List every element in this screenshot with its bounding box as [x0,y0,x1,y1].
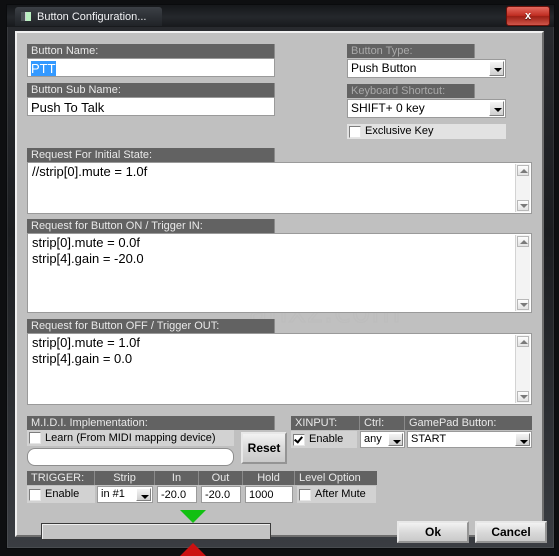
request-button-off-label: Request for Button OFF / Trigger OUT: [27,319,275,333]
keyboard-shortcut-value: SHIFT+ 0 key [351,101,425,115]
after-mute-label: After Mute [315,488,366,500]
checkbox-box [349,125,361,138]
cancel-button[interactable]: Cancel [475,521,547,543]
midi-reset-button[interactable]: Reset [241,432,287,464]
midi-learn-checkbox[interactable]: Learn (From MIDI mapping device) [27,430,234,446]
window-title: Button Configuration... [37,10,147,23]
code-line: strip[4].gain = 0.0 [32,351,133,366]
gamepad-button-select[interactable]: START [407,431,532,448]
scrollbar-vertical[interactable] [515,164,530,212]
checkbox-box [293,433,305,446]
request-button-off-textarea[interactable]: strip[0].mute = 1.0f strip[4].gain = 0.0 [27,333,532,405]
button-name-label: Button Name: [27,44,275,58]
code-line: strip[4].gain = -20.0 [32,251,144,266]
button-type-select[interactable]: Push Button [347,59,506,78]
request-button-on-textarea[interactable]: strip[0].mute = 0.0f strip[4].gain = -20… [27,233,532,313]
title-tab: Button Configuration... [15,7,163,26]
chevron-down-icon[interactable] [388,433,403,446]
exclusive-key-label: Exclusive Key [365,125,434,137]
button-type-value: Push Button [351,61,417,75]
trigger-out-marker-icon [180,543,206,556]
code-line: strip[0].mute = 0.0f [32,235,141,250]
checkbox-box [29,488,41,501]
xinput-enable-label: Enable [309,433,344,445]
checkbox-box [299,488,311,501]
level-option-label: Level Option [295,471,377,485]
button-sub-name-input[interactable]: Push To Talk [27,97,275,116]
trigger-hold-label: Hold [243,471,295,485]
keyboard-shortcut-label: Keyboard Shortcut: [347,84,475,98]
trigger-strip-select[interactable]: in #1 [97,486,153,503]
code-line: strip[0].mute = 1.0f [32,335,141,350]
xinput-ctrl-select[interactable]: any [360,431,405,448]
scroll-down-icon[interactable] [517,200,529,211]
scrollbar-vertical[interactable] [515,235,530,311]
trigger-in-label: In [155,471,199,485]
chevron-down-icon[interactable] [515,433,530,446]
xinput-ctrl-value: any [364,433,382,445]
gamepad-button-value: START [411,433,447,445]
trigger-strip-label: Strip [95,471,155,485]
xinput-label: XINPUT: [291,416,360,430]
trigger-enable-label: Enable [45,488,80,500]
trigger-strip-value: in #1 [101,488,125,500]
request-initial-state-label: Request For Initial State: [27,148,275,162]
button-type-label: Button Type: [347,44,475,58]
chevron-down-icon[interactable] [489,101,504,116]
after-mute-checkbox[interactable]: After Mute [297,486,376,503]
title-bar[interactable]: Button Configuration... x [7,5,554,27]
scroll-up-icon[interactable] [517,336,529,347]
trigger-out-input[interactable]: -20.0 [201,486,241,503]
xinput-ctrl-label: Ctrl: [360,416,405,430]
midi-label: M.I.D.I. Implementation: [27,416,275,430]
midi-input[interactable] [27,448,234,466]
scroll-up-icon[interactable] [517,165,529,176]
dialog-client-area: 安 安下载 anxz.com Button Name: PTT Button S… [15,31,547,556]
chevron-down-icon[interactable] [136,488,151,501]
gamepad-button-label: GamePad Button: [405,416,532,430]
trigger-out-label: Out [199,471,243,485]
chevron-down-icon[interactable] [489,61,504,76]
trigger-in-input[interactable]: -20.0 [157,486,197,503]
trigger-in-marker-icon [180,510,206,523]
level-meter [41,523,271,540]
exclusive-key-checkbox[interactable]: Exclusive Key [347,124,506,139]
trigger-hold-input[interactable]: 1000 [245,486,293,503]
button-name-input[interactable]: PTT [27,58,275,77]
midi-learn-label: Learn (From MIDI mapping device) [45,431,216,444]
request-initial-state-textarea[interactable]: //strip[0].mute = 1.0f [27,162,532,214]
trigger-enable-checkbox[interactable]: Enable [27,486,95,503]
checkbox-box [29,432,41,444]
trigger-label: TRIGGER: [27,471,95,485]
scroll-down-icon[interactable] [517,299,529,310]
scrollbar-vertical[interactable] [515,335,530,403]
keyboard-shortcut-select[interactable]: SHIFT+ 0 key [347,99,506,118]
button-sub-name-label: Button Sub Name: [27,83,275,97]
scroll-down-icon[interactable] [517,391,529,402]
request-button-on-label: Request for Button ON / Trigger IN: [27,219,275,233]
ok-button[interactable]: Ok [397,521,469,543]
close-button[interactable]: x [506,6,550,26]
button-name-value: PTT [31,61,56,76]
window-icon [21,12,31,21]
dialog-window: Button Configuration... x 安 安下载 anxz.com… [6,4,555,556]
code-line: //strip[0].mute = 1.0f [32,164,148,179]
scroll-up-icon[interactable] [517,236,529,247]
xinput-enable-checkbox[interactable]: Enable [291,431,357,448]
